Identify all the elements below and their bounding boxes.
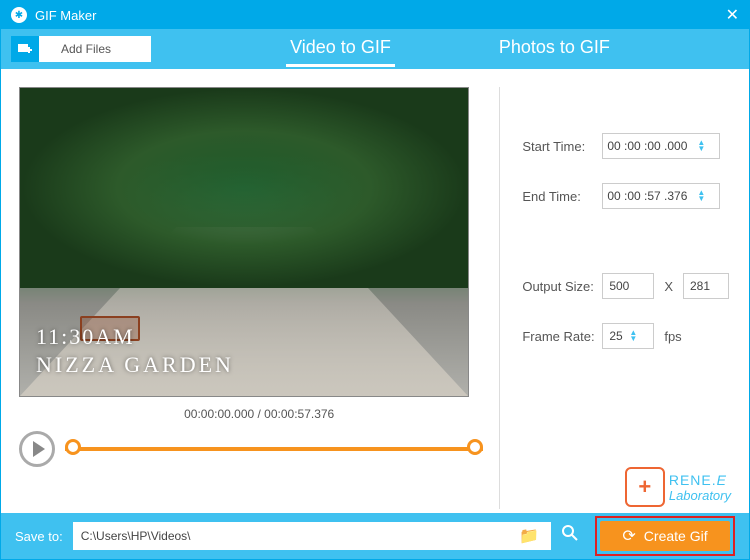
brand-logo: + RENE.E Laboratory bbox=[625, 467, 731, 507]
video-preview: 11:30AM NIZZA GARDEN bbox=[19, 87, 469, 397]
add-files-icon bbox=[11, 36, 39, 62]
fps-unit: fps bbox=[664, 329, 681, 344]
add-files-label: Add Files bbox=[61, 42, 111, 56]
brand-badge-icon: + bbox=[625, 467, 665, 507]
save-to-label: Save to: bbox=[15, 529, 63, 544]
refresh-icon: ⟳ bbox=[622, 526, 635, 546]
timecodes: 00:00:00.000 / 00:00:57.376 bbox=[19, 407, 499, 421]
titlebar: ✱ GIF Maker ✕ bbox=[1, 1, 749, 29]
stepper-icon[interactable]: ▲▼ bbox=[629, 330, 647, 342]
create-gif-button[interactable]: ⟳ Create Gif bbox=[600, 521, 730, 551]
save-to-input[interactable]: C:\Users\HP\Videos\ 📁 bbox=[73, 522, 551, 550]
trim-slider[interactable] bbox=[65, 433, 483, 465]
stepper-icon[interactable]: ▲▼ bbox=[697, 190, 715, 202]
trim-start-handle[interactable] bbox=[62, 436, 85, 459]
app-logo-icon: ✱ bbox=[11, 7, 27, 23]
output-size-label: Output Size: bbox=[522, 279, 602, 294]
dimension-separator: X bbox=[664, 279, 673, 294]
overlay-title: NIZZA GARDEN bbox=[36, 352, 234, 378]
tab-video-to-gif[interactable]: Video to GIF bbox=[286, 31, 395, 67]
stepper-icon[interactable]: ▲▼ bbox=[697, 140, 715, 152]
overlay-time: 11:30AM bbox=[36, 324, 135, 350]
tab-photos-to-gif[interactable]: Photos to GIF bbox=[495, 31, 614, 67]
play-button[interactable] bbox=[19, 431, 55, 467]
end-time-label: End Time: bbox=[522, 189, 602, 204]
frame-rate-input[interactable]: 25 ▲▼ bbox=[602, 323, 654, 349]
folder-icon[interactable]: 📁 bbox=[519, 526, 539, 546]
start-time-label: Start Time: bbox=[522, 139, 602, 154]
output-width-input[interactable]: 500 bbox=[602, 273, 654, 299]
save-path: C:\Users\HP\Videos\ bbox=[81, 529, 519, 543]
create-gif-label: Create Gif bbox=[644, 528, 708, 544]
start-time-input[interactable]: 00 :00 :00 .000 ▲▼ bbox=[602, 133, 720, 159]
search-icon[interactable] bbox=[561, 524, 579, 548]
output-height-input[interactable]: 281 bbox=[683, 273, 729, 299]
close-icon[interactable]: ✕ bbox=[726, 5, 739, 25]
frame-rate-label: Frame Rate: bbox=[522, 329, 602, 344]
window-title: GIF Maker bbox=[35, 8, 96, 23]
toolbar: Add Files Video to GIF Photos to GIF bbox=[1, 29, 749, 69]
add-files-button[interactable]: Add Files bbox=[11, 36, 151, 62]
end-time-input[interactable]: 00 :00 :57 .376 ▲▼ bbox=[602, 183, 720, 209]
trim-end-handle[interactable] bbox=[464, 436, 487, 459]
